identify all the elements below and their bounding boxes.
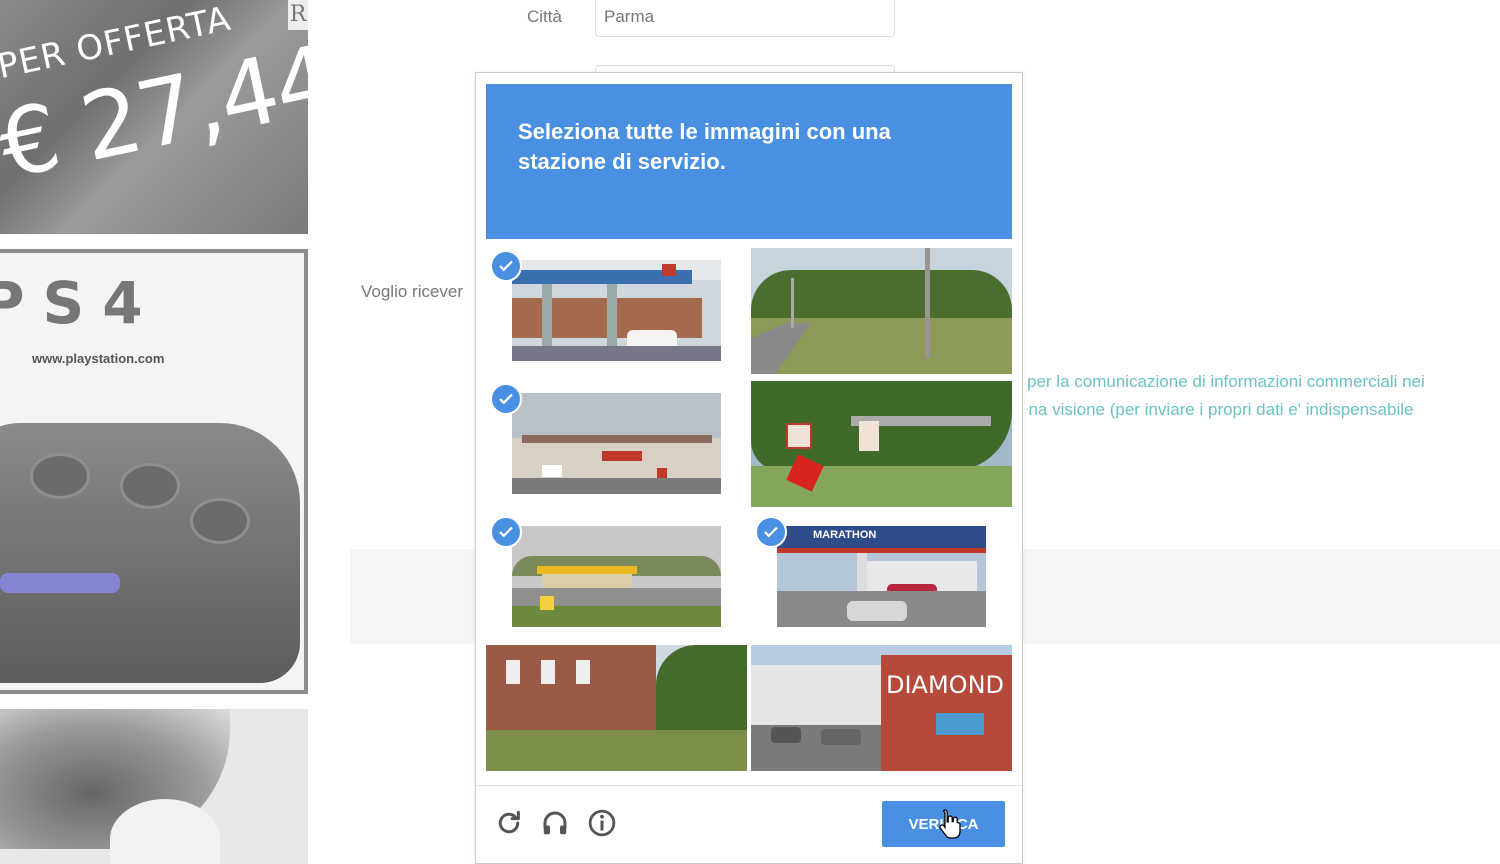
controller-image [0, 423, 300, 683]
captcha-instruction: Seleziona tutte le immagini con una staz… [486, 84, 1012, 239]
yellow-gas-station-image [512, 526, 721, 627]
captcha-tile-3[interactable] [486, 381, 747, 507]
captcha-tile-4[interactable] [751, 381, 1012, 507]
headphones-icon[interactable] [538, 806, 572, 840]
privacy-text: per la comunicazione di informazioni com… [1027, 368, 1497, 424]
check-icon [490, 383, 522, 415]
captcha-footer-divider [476, 785, 1022, 786]
brick-building-image [486, 645, 747, 771]
gas-station-image [512, 260, 721, 361]
rural-road-image [751, 248, 1012, 374]
small-gas-station-image [512, 393, 721, 494]
ad-fashion-banner[interactable] [0, 709, 308, 864]
city-label: Città [527, 7, 562, 26]
ad-ps4-banner[interactable]: PS4 www.playstation.com [0, 249, 308, 694]
captcha-tile-2[interactable] [751, 248, 1012, 374]
road-signs-image [751, 381, 1012, 507]
captcha-tile-1[interactable] [486, 248, 747, 374]
captcha-tile-7[interactable] [486, 645, 747, 771]
privacy-line-2: ena visione (per inviare i propri dati e… [1027, 400, 1414, 419]
diamond-dog-sign: DIAMOND DOG [886, 671, 1012, 699]
check-icon [490, 516, 522, 548]
check-icon [755, 516, 787, 548]
ps4-url: www.playstation.com [32, 351, 165, 366]
diamond-dog-image: DIAMOND DOG [751, 645, 1012, 771]
hand-cursor-icon [939, 809, 961, 839]
captcha-tile-8[interactable]: DIAMOND DOG [751, 645, 1012, 771]
captcha-tile-5[interactable] [486, 514, 747, 640]
captcha-tile-6[interactable]: MARATHON [751, 514, 1012, 640]
newsletter-label: Voglio ricever [361, 282, 464, 301]
ad-corner-letter: R [288, 0, 308, 30]
ad-offer-banner[interactable]: PER OFFERTA € 27,44 R [0, 0, 308, 234]
check-icon [490, 250, 522, 282]
marathon-station-image: MARATHON [777, 526, 986, 627]
privacy-line-1: per la comunicazione di informazioni com… [1027, 372, 1425, 391]
city-input[interactable]: Parma [595, 0, 895, 37]
captcha-dialog: Seleziona tutte le immagini con una staz… [475, 72, 1023, 864]
ps4-logo: PS4 [0, 269, 161, 337]
marathon-sign: MARATHON [813, 529, 877, 541]
info-icon[interactable] [585, 806, 619, 840]
reload-icon[interactable] [492, 806, 526, 840]
